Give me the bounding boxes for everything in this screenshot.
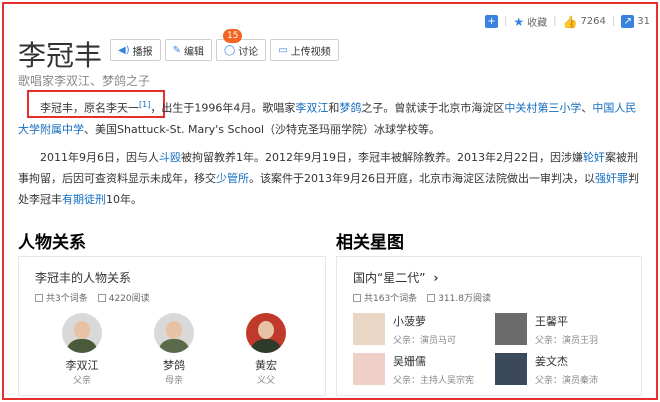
person-godfather[interactable]: 黄宏 义父 (241, 313, 291, 386)
discuss-count-badge: 15 (222, 29, 243, 43)
pencil-icon: ✎ (172, 44, 181, 56)
chevron-right-icon: › (433, 270, 439, 285)
star-map-section-title: 相关星图 (336, 233, 404, 253)
link-meng-ge[interactable]: 梦鸽 (339, 102, 361, 115)
avatar (154, 313, 194, 353)
star-icon: ★ (513, 14, 525, 29)
share-icon: ↗ (621, 15, 635, 28)
entries-icon (35, 294, 43, 302)
avatar (353, 353, 385, 385)
entries-icon (353, 294, 361, 302)
share-button[interactable]: ↗ 31 (621, 15, 650, 28)
avatar (62, 313, 102, 353)
add-icon[interactable]: + (484, 15, 498, 28)
star-item[interactable]: 小菠萝 父亲：演员马可 (353, 313, 456, 346)
avatar (353, 313, 385, 345)
link-school-1[interactable]: 中关村第三小学 (504, 102, 581, 115)
page-title: 李冠丰 (18, 39, 103, 72)
upload-video-button[interactable]: ▭ 上传视频 (270, 39, 339, 61)
edit-button[interactable]: ✎ 编辑 (164, 39, 212, 61)
person-father[interactable]: 李双江 父亲 (57, 313, 107, 386)
like-button[interactable]: 👍 7264 (562, 15, 605, 29)
star-map-meta: 共163个词条 311.8万阅读 (353, 291, 491, 304)
reads-icon (97, 294, 106, 302)
star-item[interactable]: 吴姗儒 父亲：主持人吴宗宪 (353, 353, 474, 386)
discuss-button[interactable]: 15 ◯ 讨论 (215, 29, 267, 61)
thumbs-up-icon: 👍 (562, 14, 578, 29)
history-paragraph: 2011年9月6日，因与人斗殴被拘留教养1年。2012年9月19日，李冠丰被解除… (18, 151, 639, 206)
relations-section-title: 人物关系 (18, 233, 86, 253)
link-gang-rape[interactable]: 轮奸 (583, 151, 605, 164)
star-map-card: 国内“星二代” › 共163个词条 311.8万阅读 小菠萝 父亲：演员马可 王… (336, 256, 642, 396)
top-toolbar: + | ★ 收藏 | 👍 7264 | ↗ 31 (484, 14, 650, 30)
link-juvenile-detention[interactable]: 少管所 (216, 172, 249, 185)
link-rape-crime[interactable]: 强奸罪 (595, 172, 628, 185)
star-item[interactable]: 姜文杰 父亲：演员秦沛 (495, 353, 598, 386)
relations-card: 李冠丰的人物关系 共3个词条 4220阅读 李双江 父亲 梦鸽 母亲 黄宏 义父 (18, 256, 326, 396)
action-bar: ◀) 播报 ✎ 编辑 15 ◯ 讨论 ▭ 上传视频 (110, 29, 339, 61)
avatar (495, 313, 527, 345)
avatar (246, 313, 286, 353)
speaker-icon: ◀) (118, 44, 130, 56)
intro-paragraph: 李冠丰，原名李天一[1]，出生于1996年4月。歌唱家李双江和梦鸽之子。曾就读于… (18, 100, 637, 136)
reference-link[interactable]: [1] (139, 100, 150, 109)
link-prison-term[interactable]: 有期徒刑 (62, 193, 106, 206)
video-icon: ▭ (278, 44, 288, 56)
star-map-card-title[interactable]: 国内“星二代” › (353, 269, 438, 286)
person-mother[interactable]: 梦鸽 母亲 (149, 313, 199, 386)
play-button[interactable]: ◀) 播报 (110, 39, 161, 61)
star-item[interactable]: 王馨平 父亲：演员王羽 (495, 313, 598, 346)
relations-card-title[interactable]: 李冠丰的人物关系 (35, 269, 131, 286)
link-li-shuangjiang[interactable]: 李双江 (295, 102, 328, 115)
page-subtitle: 歌唱家李双江、梦鸽之子 (18, 74, 151, 88)
relations-meta: 共3个词条 4220阅读 (35, 291, 150, 304)
reads-icon (427, 294, 436, 302)
link-fight[interactable]: 斗殴 (159, 151, 181, 164)
favorite-button[interactable]: ★ 收藏 (513, 14, 547, 30)
avatar (495, 353, 527, 385)
chat-bubble-icon: ◯ (223, 44, 236, 56)
